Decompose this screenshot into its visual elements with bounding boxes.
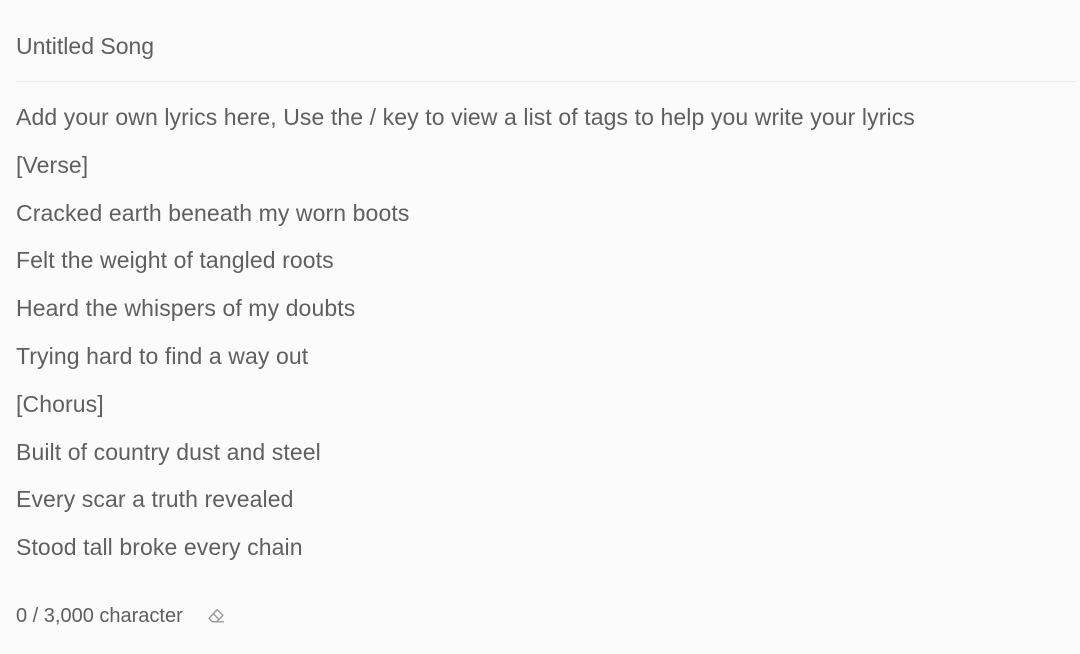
character-count: 0 / 3,000 character: [16, 604, 183, 627]
clear-lyrics-button[interactable]: [205, 605, 227, 627]
lyrics-line: Felt the weight of tangled roots: [16, 247, 334, 274]
lyrics-line: Cracked earth beneath my worn boots: [16, 199, 410, 226]
editor-footer: 0 / 3,000 character: [16, 600, 227, 632]
lyrics-line: Stood tall broke every chain: [16, 534, 303, 561]
lyrics-line: Trying hard to find a way out: [16, 342, 309, 369]
eraser-icon: [208, 608, 224, 623]
lyrics-editor: Add your own lyrics here, Use the / key …: [0, 0, 1080, 654]
lyrics-line: [Verse]: [16, 151, 89, 178]
lyrics-line: [Chorus]: [16, 390, 104, 417]
lyrics-textarea[interactable]: Add your own lyrics here, Use the / key …: [16, 94, 1066, 572]
lyrics-line: Add your own lyrics here, Use the / key …: [16, 104, 915, 130]
lyrics-line: Heard the whispers of my doubts: [16, 295, 356, 322]
lyrics-line: Every scar a truth revealed: [16, 486, 294, 513]
song-title-input[interactable]: [16, 29, 1056, 63]
lyrics-line: Built of country dust and steel: [16, 438, 321, 465]
title-divider: [16, 81, 1076, 82]
